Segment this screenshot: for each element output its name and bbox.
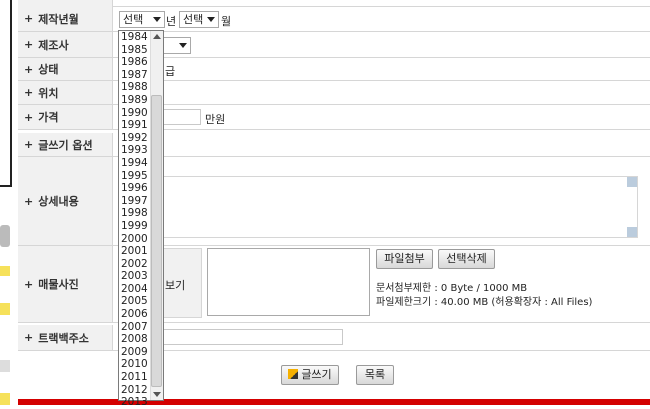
dropdown-arrow-icon bbox=[207, 17, 215, 22]
left-deco-yellow-2 bbox=[0, 303, 10, 315]
editor-resize-handle-icon[interactable] bbox=[627, 227, 637, 237]
dropdown-arrow-icon bbox=[153, 17, 161, 22]
left-deco-grey bbox=[0, 360, 10, 372]
form-row-price: + 가격 bbox=[18, 105, 650, 130]
form-row-options: + 글쓰기 옵션 bbox=[18, 133, 650, 157]
list-button[interactable]: 목록 bbox=[356, 365, 394, 385]
write-button[interactable]: 글쓰기 bbox=[281, 365, 339, 385]
month-select[interactable]: 선택 bbox=[179, 11, 219, 28]
trackback-input[interactable] bbox=[160, 329, 343, 345]
photo-preview-text: 보기 bbox=[165, 279, 186, 292]
year-select[interactable]: 선택 bbox=[119, 11, 165, 28]
year-dropdown-list[interactable]: 1984 1985 1986 1987 1988 1989 1990 1991 1992 1993… bbox=[118, 30, 164, 408]
price-unit: 만원 bbox=[205, 113, 226, 126]
row-label-content: + 상세내용 bbox=[18, 157, 113, 245]
year-suffix: 년 bbox=[166, 15, 177, 28]
form-row-maker: + 제조사 bbox=[18, 32, 650, 58]
content-editor[interactable] bbox=[160, 176, 638, 238]
attach-limit-total: 문서첨부제한 : 0 Byte / 1000 MB bbox=[376, 283, 528, 294]
row-label-production: + 제작년월 bbox=[18, 6, 113, 31]
dropdown-arrow-icon bbox=[179, 43, 187, 48]
scroll-up-icon[interactable] bbox=[153, 34, 161, 39]
state-partial-text: 급 bbox=[165, 65, 176, 78]
scrollbar-thumb[interactable] bbox=[151, 95, 162, 387]
scroll-down-icon[interactable] bbox=[153, 392, 161, 397]
form-row-production: + 제작년월 bbox=[18, 6, 650, 32]
row-label-price: + 가격 bbox=[18, 105, 113, 129]
price-input[interactable] bbox=[160, 109, 201, 125]
form-row-state: + 상태 bbox=[18, 58, 650, 81]
row-label-options: + 글쓰기 옵션 bbox=[18, 133, 113, 156]
row-label-trackback: + 트랙백주소 bbox=[18, 325, 113, 350]
row-label-maker: + 제조사 bbox=[18, 32, 113, 57]
dropdown-scrollbar[interactable] bbox=[150, 31, 163, 400]
left-frame bbox=[0, 0, 12, 187]
left-deco-gear bbox=[0, 225, 10, 247]
pencil-icon bbox=[288, 369, 299, 379]
row-label-state: + 상태 bbox=[18, 58, 113, 80]
month-suffix: 월 bbox=[221, 15, 232, 28]
maker-select[interactable] bbox=[160, 37, 191, 54]
delete-selected-button[interactable]: 선택삭제 bbox=[438, 249, 495, 269]
left-deco-yellow bbox=[0, 266, 10, 276]
left-deco-yellow-3 bbox=[0, 393, 10, 405]
attach-limit-file: 파일제한크기 : 40.00 MB (허용확장자 : All Files) bbox=[376, 297, 593, 308]
form-row-location: + 위치 bbox=[18, 81, 650, 105]
attach-file-button[interactable]: 파일첨부 bbox=[376, 249, 433, 269]
row-label-location: + 위치 bbox=[18, 81, 113, 104]
left-clipped-panel bbox=[0, 0, 12, 405]
row-label-photos: + 매물사진 bbox=[18, 246, 113, 322]
photo-preview: 보기 bbox=[160, 248, 202, 318]
bottom-red-bar bbox=[18, 399, 650, 405]
editor-resize-handle-icon[interactable] bbox=[627, 177, 637, 187]
attached-file-list[interactable] bbox=[207, 248, 370, 316]
